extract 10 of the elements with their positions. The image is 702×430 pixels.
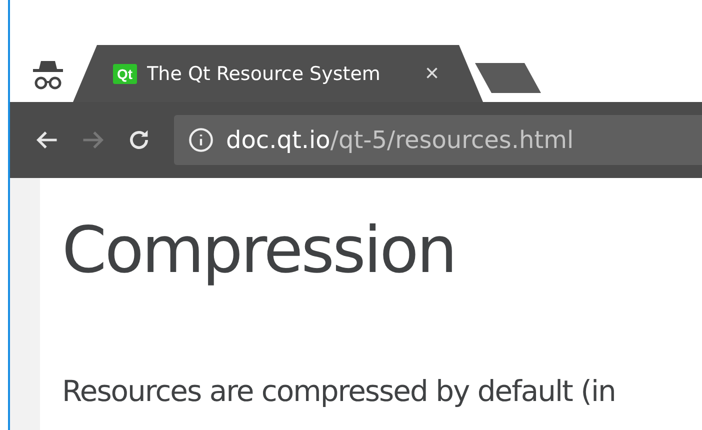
tab-title: The Qt Resource System (146, 62, 382, 84)
close-button[interactable]: × (420, 60, 443, 88)
info-icon (188, 127, 214, 153)
address-bar[interactable]: doc.qt.io/qt-5/resources.html (174, 115, 702, 165)
new-tab-button[interactable] (475, 63, 541, 93)
page-heading: Compression (62, 213, 456, 290)
qt-favicon: Qt (113, 64, 137, 84)
body-paragraph: Resources are compressed by default (in (62, 374, 616, 408)
browser-tab[interactable]: Qt The Qt Resource System × (73, 45, 483, 102)
url-text: doc.qt.io/qt-5/resources.html (226, 126, 574, 154)
